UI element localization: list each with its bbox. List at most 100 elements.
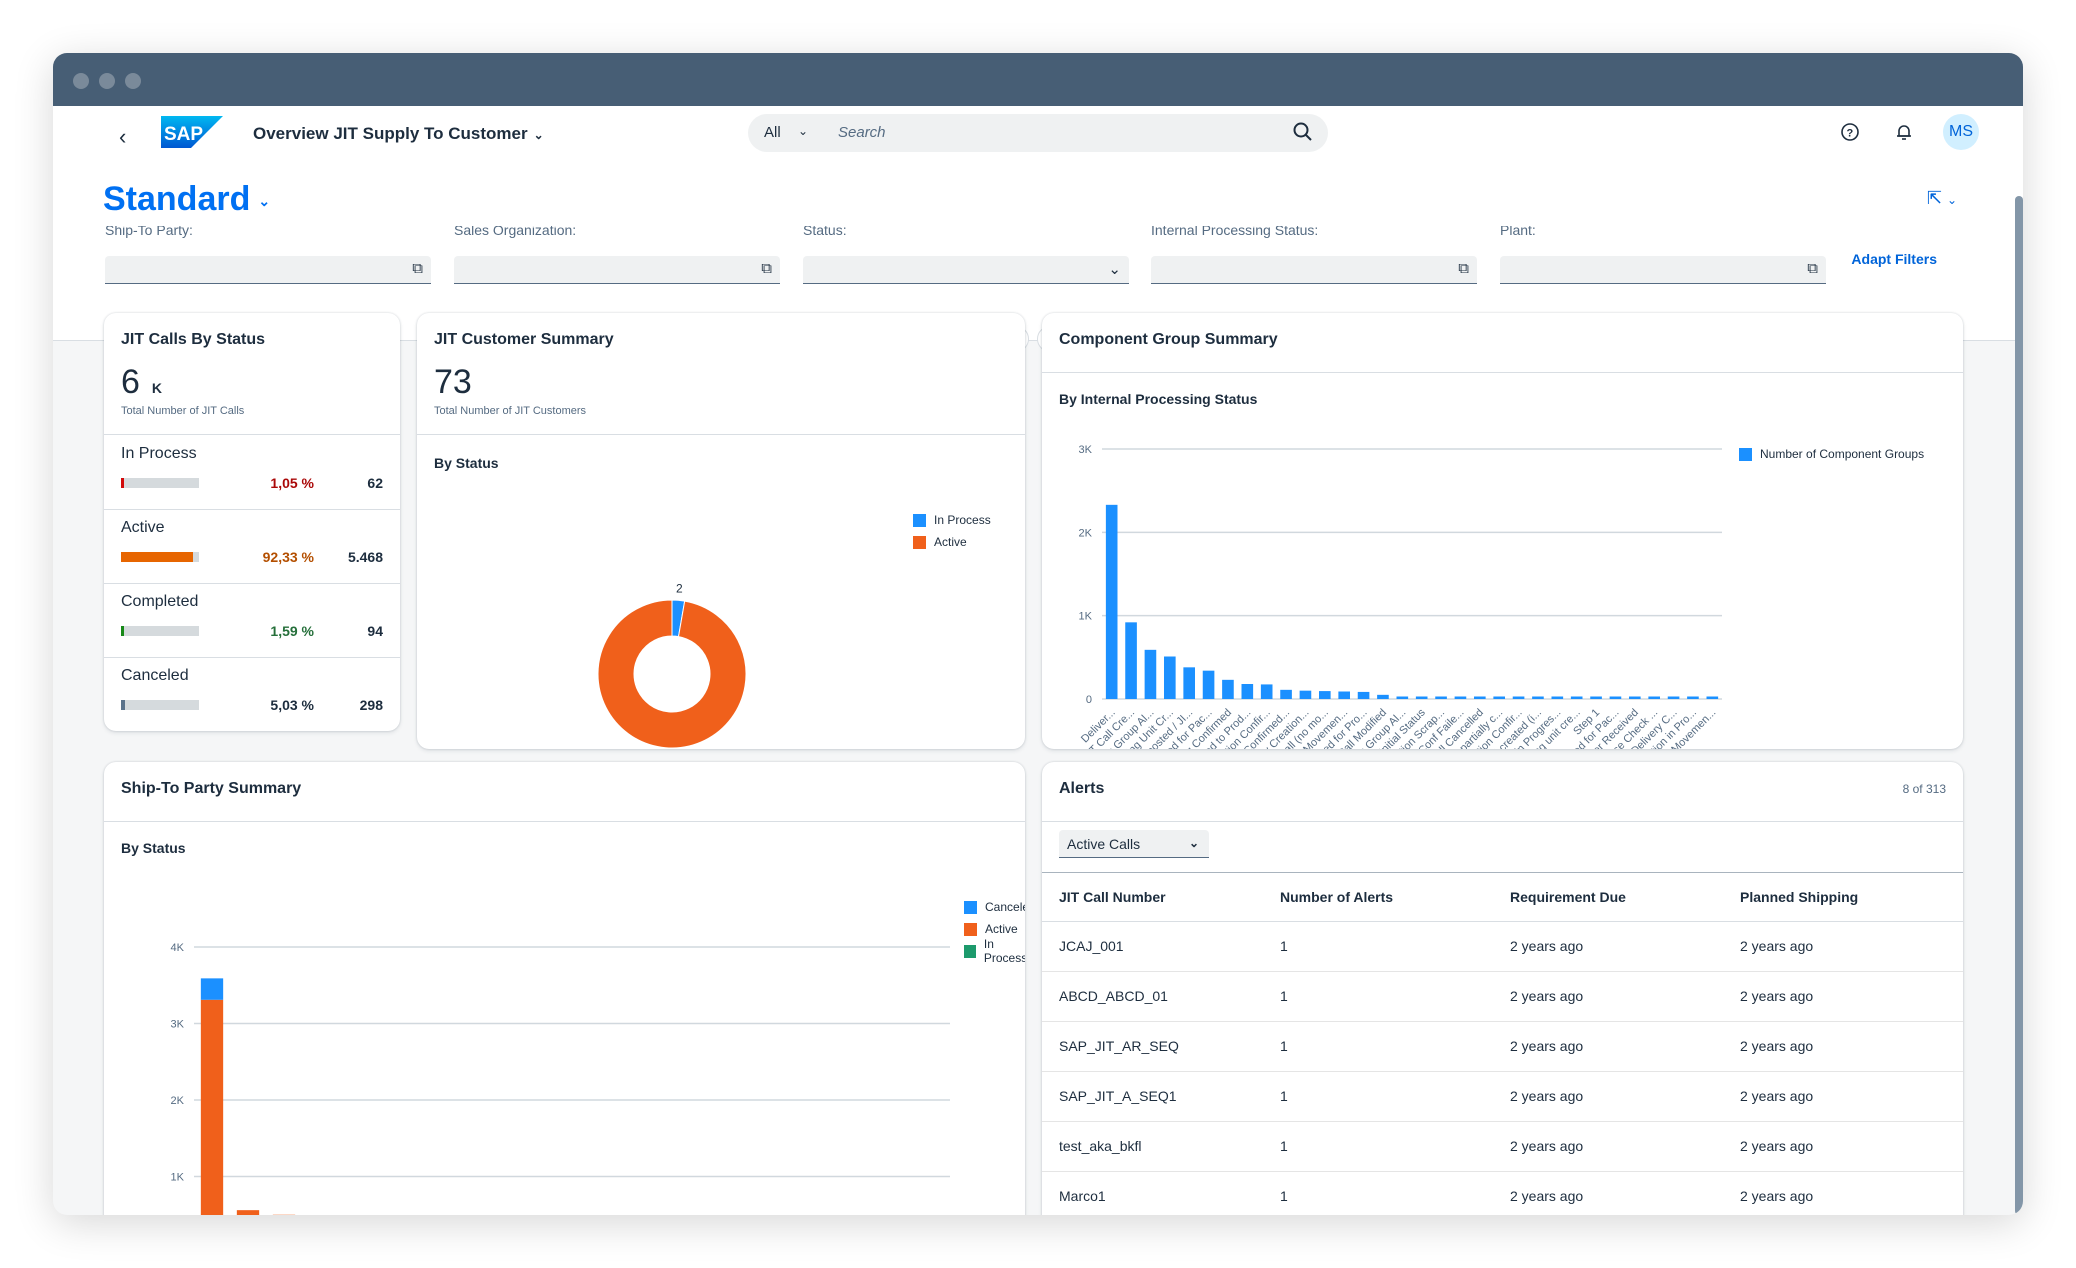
legend-item-canceled[interactable]: Canceled [964, 896, 1025, 918]
app-title-menu[interactable]: Overview JIT Supply To Customer ⌄ [253, 124, 544, 144]
bar[interactable] [1319, 691, 1331, 699]
variant-name: Standard [103, 180, 251, 218]
value-help-icon[interactable]: ⧉ [1807, 260, 1818, 277]
search-scope-select[interactable]: All [764, 124, 781, 141]
column-header-requirement-due[interactable]: Requirement Due [1510, 889, 1626, 905]
page-scrollbar[interactable] [2015, 196, 2023, 1215]
bar[interactable] [1357, 691, 1370, 699]
status-progress-bar [121, 626, 199, 636]
sap-logo[interactable]: SAP [161, 116, 223, 148]
notifications-button[interactable] [1889, 117, 1919, 147]
table-row[interactable]: Marco1 1 2 years ago 2 years ago [1042, 1172, 1963, 1215]
bar-canceled[interactable] [200, 978, 224, 1000]
internal-processing-status-input[interactable]: ⧉ [1151, 256, 1477, 284]
bar[interactable] [1609, 696, 1622, 700]
status-row-canceled[interactable]: Canceled 5,03 % 298 [104, 657, 400, 731]
share-button[interactable]: ⇱ ⌄ [1927, 188, 1957, 209]
bar[interactable] [1377, 694, 1389, 699]
plant-input[interactable]: ⧉ [1500, 256, 1826, 284]
table-row[interactable]: ABCD_ABCD_01 1 2 years ago 2 years ago [1042, 972, 1963, 1022]
bar[interactable] [1260, 684, 1273, 699]
status-select[interactable]: ⌄ [803, 256, 1129, 284]
bar[interactable] [1164, 656, 1176, 700]
ship-to-party-input[interactable]: ⧉ [105, 256, 431, 284]
bar[interactable] [1590, 696, 1602, 700]
bar[interactable] [1551, 696, 1564, 700]
value-help-icon[interactable]: ⧉ [412, 260, 423, 277]
card-ship-to-party-summary[interactable]: Ship-To Party Summary By Status 01K2K3K4… [104, 762, 1025, 1215]
bar[interactable] [1222, 679, 1234, 699]
status-row-active[interactable]: Active 92,33 % 5.468 [104, 509, 400, 583]
legend-item-active[interactable]: Active [913, 531, 991, 553]
bar[interactable] [1183, 667, 1195, 699]
status-value: 5.468 [347, 549, 383, 565]
bar[interactable] [1474, 696, 1486, 700]
window-minimize-control[interactable] [99, 73, 115, 89]
card-jit-customer-summary[interactable]: JIT Customer Summary 73 Total Number of … [417, 313, 1025, 749]
bar[interactable] [1629, 696, 1641, 700]
value-help-icon[interactable]: ⧉ [761, 260, 772, 277]
alerts-filter-select[interactable]: Active Calls ⌄ [1059, 830, 1209, 858]
card-title: Alerts [1059, 780, 1105, 797]
window-close-control[interactable] [73, 73, 89, 89]
filter-internal-processing-status: Internal Processing Status: ⧉ [1151, 226, 1477, 284]
bar[interactable] [1648, 696, 1660, 700]
search-field[interactable]: All ⌄ Search [748, 114, 1328, 152]
bar[interactable] [1667, 696, 1680, 700]
legend-item-in-process[interactable]: In Process [913, 509, 991, 531]
bar[interactable] [1687, 696, 1699, 700]
help-button[interactable]: ? [1835, 117, 1865, 147]
bar[interactable] [1299, 690, 1312, 699]
status-progress-fill [121, 478, 124, 488]
bar[interactable] [1454, 696, 1467, 700]
search-input[interactable]: Search [838, 124, 886, 141]
bar[interactable] [1415, 696, 1428, 700]
table-row[interactable]: JCAJ_001 1 2 years ago 2 years ago [1042, 922, 1963, 972]
adapt-filters-button[interactable]: Adapt Filters [1851, 251, 1937, 267]
column-header-planned-shipping[interactable]: Planned Shipping [1740, 889, 1858, 905]
status-row-in-process[interactable]: In Process 1,05 % 62 [104, 435, 400, 509]
bar[interactable] [1396, 696, 1409, 700]
donut-slice-active[interactable] [597, 599, 747, 749]
card-component-group-summary[interactable]: Component Group Summary By Internal Proc… [1042, 313, 1963, 749]
cell-requirement-due: 2 years ago [1510, 1188, 1584, 1204]
column-header-jit-call-number[interactable]: JIT Call Number [1059, 889, 1166, 905]
card-jit-calls-by-status[interactable]: JIT Calls By Status 6K Total Number of J… [104, 313, 400, 731]
bar[interactable] [1338, 691, 1350, 700]
column-header-number-of-alerts[interactable]: Number of Alerts [1280, 889, 1393, 905]
legend-item-number-of-component-groups[interactable]: Number of Component Groups [1739, 443, 1924, 465]
legend-item-in-process[interactable]: In Process [964, 937, 1025, 965]
search-icon[interactable] [1292, 121, 1314, 143]
cell-jit-call-number: Marco1 [1059, 1188, 1106, 1204]
bar[interactable] [1241, 684, 1254, 699]
card-alerts[interactable]: Alerts 8 of 313 Active Calls ⌄ JIT Call N… [1042, 762, 1963, 1215]
user-avatar[interactable]: MS [1943, 114, 1979, 150]
bar[interactable] [1435, 696, 1447, 700]
bar[interactable] [1493, 696, 1505, 700]
status-row-completed[interactable]: Completed 1,59 % 94 [104, 583, 400, 657]
bar[interactable] [1144, 649, 1157, 699]
bar[interactable] [1125, 622, 1137, 699]
bar[interactable] [1512, 696, 1525, 700]
chevron-down-icon[interactable]: ⌄ [1108, 260, 1121, 278]
bar[interactable] [1532, 696, 1544, 700]
bar[interactable] [1105, 504, 1118, 699]
bar[interactable] [1706, 696, 1719, 700]
table-row[interactable]: SAP_JIT_A_SEQ1 1 2 years ago 2 years ago [1042, 1072, 1963, 1122]
value-help-icon[interactable]: ⧉ [1458, 260, 1469, 277]
bar-active[interactable] [200, 999, 224, 1215]
sales-organization-input[interactable]: ⧉ [454, 256, 780, 284]
variant-management[interactable]: Standard ⌄ [103, 180, 270, 219]
table-row[interactable]: test_aka_bkfl 1 2 years ago 2 years ago [1042, 1122, 1963, 1172]
window-maximize-control[interactable] [125, 73, 141, 89]
legend-label: In Process [983, 937, 1025, 965]
bar-active[interactable] [236, 1210, 260, 1215]
table-row[interactable]: SAP_JIT_AR_SEQ 1 2 years ago 2 years ago [1042, 1022, 1963, 1072]
bar[interactable] [1570, 696, 1583, 700]
filter-label: Sales Organization: [454, 226, 577, 238]
bar[interactable] [1202, 670, 1215, 699]
back-button[interactable]: ‹ [119, 124, 126, 150]
bar[interactable] [1280, 689, 1292, 699]
cell-planned-shipping: 2 years ago [1740, 1038, 1814, 1054]
cell-planned-shipping: 2 years ago [1740, 1188, 1814, 1204]
